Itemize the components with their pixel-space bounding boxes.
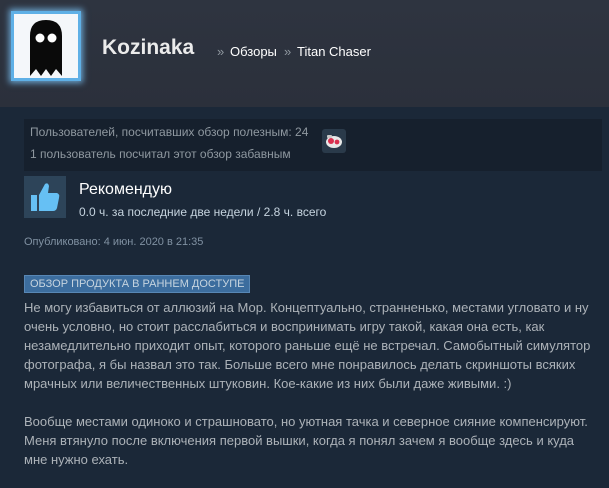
early-access-badge: ОБЗОР ПРОДУКТА В РАННЕМ ДОСТУПЕ [24,275,251,293]
avatar[interactable] [11,11,81,81]
thumbs-up-icon [24,176,66,218]
review-paragraph: Вообще местами одиноко и страшновато, но… [24,414,588,467]
award-icon[interactable] [322,129,346,153]
helpful-count: Пользователей, посчитавших обзор полезны… [30,125,309,139]
review-body: Не могу избавиться от аллюзий на Мор. Ко… [24,298,596,488]
review-verdict: Рекомендую [79,181,173,198]
breadcrumb-reviews-link[interactable]: Обзоры [230,44,277,59]
profile-name-link[interactable]: Kozinaka [102,36,194,60]
breadcrumb-separator: » [217,44,225,59]
vote-summary: Пользователей, посчитавших обзор полезны… [24,119,602,171]
breadcrumb-game-link[interactable]: Titan Chaser [297,44,371,59]
ghost-avatar-icon [14,14,78,78]
funny-count: 1 пользователь посчитал этот обзор забав… [30,147,291,161]
review-paragraph: Не могу избавиться от аллюзий на Мор. Ко… [24,300,591,391]
posted-date: Опубликовано: 4 июн. 2020 в 21:35 [24,236,204,248]
breadcrumb-separator: » [284,44,292,59]
profile-header: Kozinaka » Обзоры » Titan Chaser [0,0,609,107]
review-content: Пользователей, посчитавших обзор полезны… [0,107,609,467]
playtime: 0.0 ч. за последние две недели / 2.8 ч. … [79,205,327,219]
